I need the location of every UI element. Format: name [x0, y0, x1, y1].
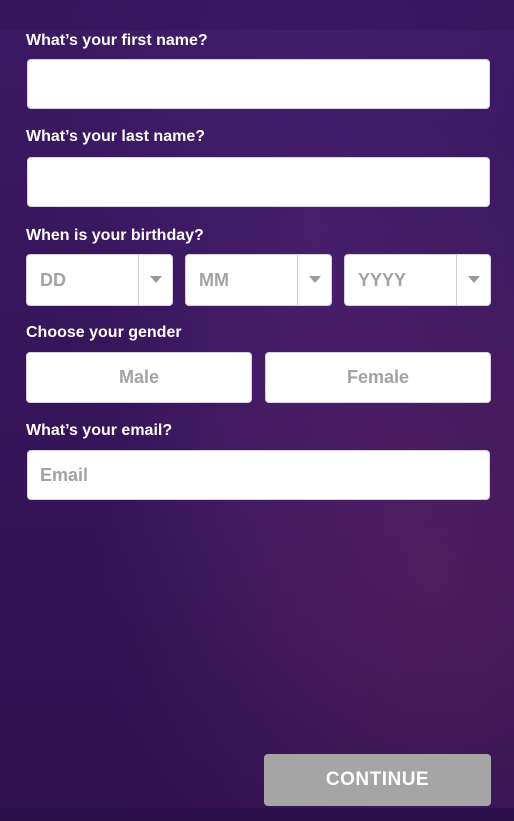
- gender-female-button[interactable]: Female: [265, 352, 491, 403]
- birthday-year-value: YYYY: [358, 270, 407, 290]
- chevron-down-icon: [309, 276, 321, 283]
- continue-button[interactable]: CONTINUE: [264, 754, 491, 806]
- chevron-down-icon: [150, 276, 162, 283]
- email-input[interactable]: [27, 450, 490, 500]
- last-name-input[interactable]: [27, 157, 490, 207]
- email-label: What’s your email?: [26, 422, 173, 439]
- top-header-strip: [0, 0, 514, 30]
- birthday-day-select[interactable]: DD: [26, 254, 173, 306]
- select-divider: [138, 255, 139, 305]
- last-name-label: What’s your last name?: [26, 128, 205, 145]
- chevron-down-icon: [468, 276, 480, 283]
- birthday-month-value: MM: [199, 270, 229, 290]
- select-divider: [297, 255, 298, 305]
- birthday-label: When is your birthday?: [26, 227, 204, 244]
- bottom-strip: [0, 808, 514, 821]
- background: [0, 0, 514, 821]
- select-divider: [456, 255, 457, 305]
- birthday-year-select[interactable]: YYYY: [344, 254, 491, 306]
- gender-male-button[interactable]: Male: [26, 352, 252, 403]
- first-name-input[interactable]: [27, 59, 490, 109]
- first-name-label: What’s your first name?: [26, 32, 208, 49]
- birthday-day-value: DD: [40, 270, 66, 290]
- background-artwork: [0, 48, 4, 63]
- gender-label: Choose your gender: [26, 324, 182, 341]
- birthday-month-select[interactable]: MM: [185, 254, 332, 306]
